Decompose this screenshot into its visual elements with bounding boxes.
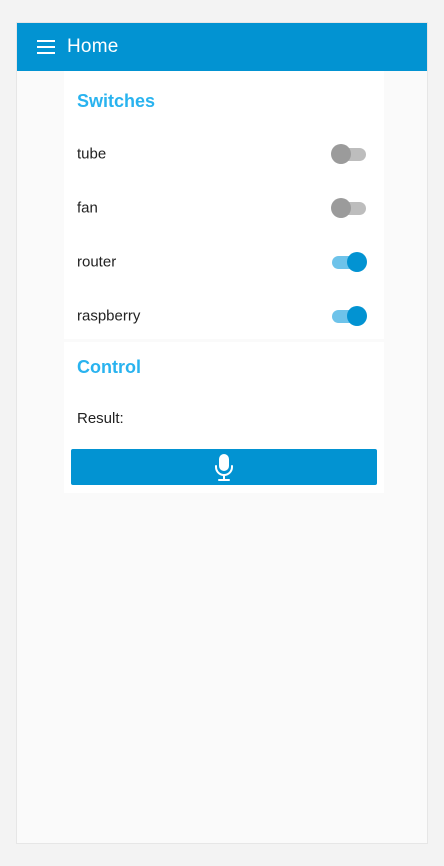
switches-title: Switches	[77, 91, 156, 111]
app-window: Home Switches tube fan router raspberry …	[16, 22, 428, 844]
menu-button[interactable]	[35, 37, 57, 57]
switch-label: router	[77, 253, 117, 271]
switch-toggle-tube[interactable]	[331, 144, 367, 164]
switch-toggle-fan[interactable]	[331, 198, 367, 218]
top-app-bar: Home	[17, 23, 427, 71]
voice-command-button[interactable]	[71, 449, 377, 485]
switch-thumb	[347, 252, 367, 272]
switch-thumb	[347, 306, 367, 326]
switch-row-router: router	[64, 235, 384, 289]
switch-toggle-raspberry[interactable]	[331, 306, 367, 326]
switches-card: Switches tube fan router raspberry	[64, 71, 384, 339]
microphone-icon	[215, 453, 233, 481]
switch-thumb	[331, 144, 351, 164]
control-card: Control Result:	[64, 342, 384, 493]
switch-thumb	[331, 198, 351, 218]
switch-toggle-router[interactable]	[331, 252, 367, 272]
switch-label: fan	[77, 199, 98, 217]
switch-label: tube	[77, 145, 107, 163]
switch-row-tube: tube	[64, 127, 384, 181]
switch-row-fan: fan	[64, 181, 384, 235]
switch-row-raspberry: raspberry	[64, 289, 384, 343]
switch-label: raspberry	[77, 307, 141, 325]
result-label: Result:	[77, 410, 124, 427]
control-title: Control	[77, 357, 141, 377]
hamburger-menu-icon	[37, 40, 55, 54]
page-title: Home	[67, 36, 119, 57]
